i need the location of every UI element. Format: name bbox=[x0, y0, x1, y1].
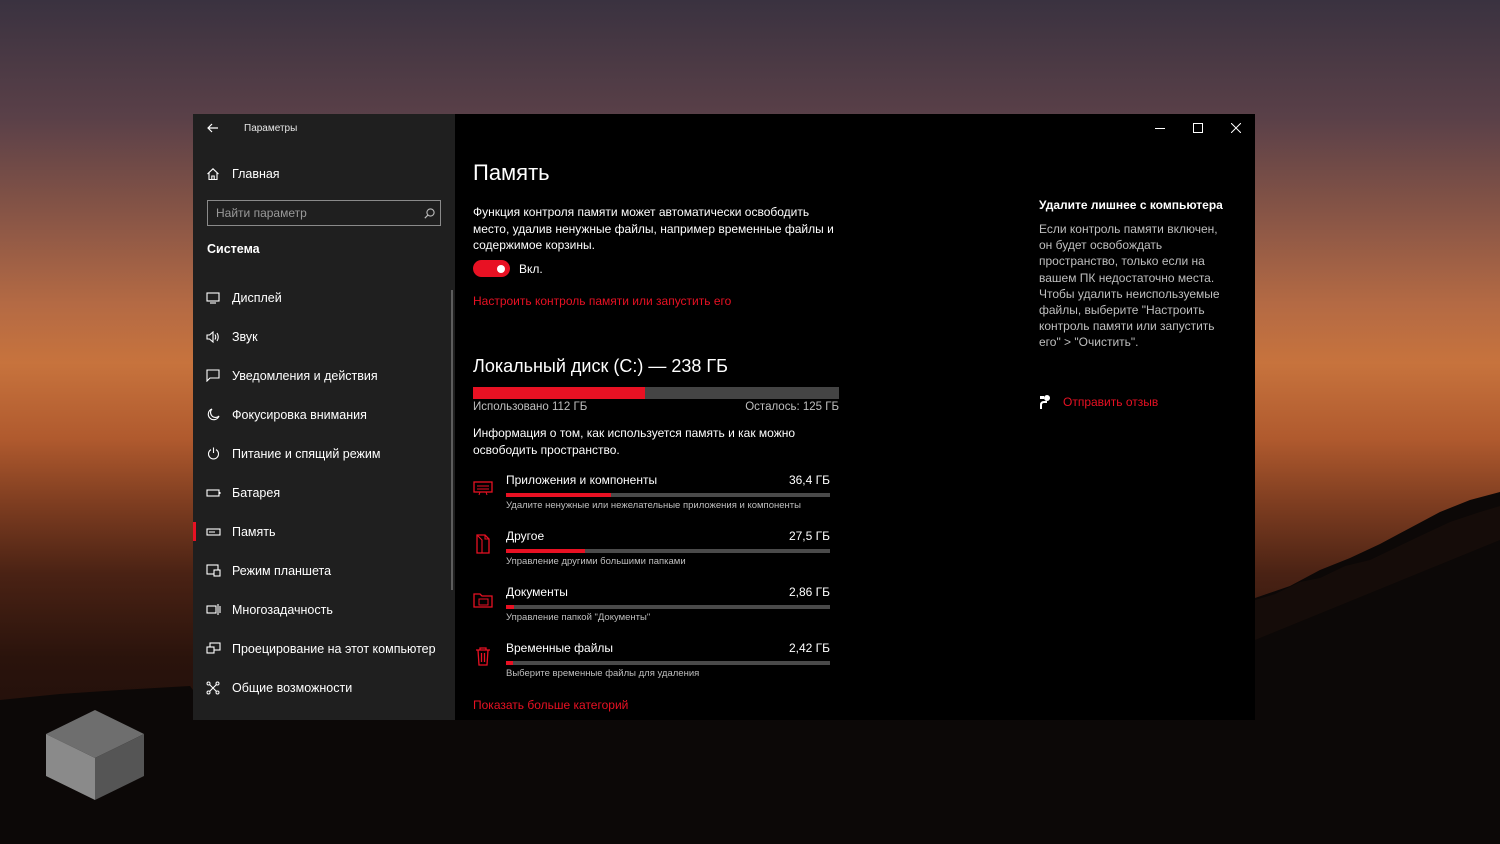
sidebar-item-display[interactable]: Дисплей bbox=[193, 278, 451, 317]
home-icon bbox=[205, 166, 221, 182]
power-icon bbox=[205, 446, 221, 462]
category-bar-fill bbox=[506, 605, 515, 609]
title-bar: Параметры bbox=[193, 114, 455, 142]
sidebar-item-notifications[interactable]: Уведомления и действия bbox=[193, 356, 451, 395]
section-title: Система bbox=[207, 242, 260, 256]
category-temp-files[interactable]: Временные файлы 2,42 ГБ Выберите временн… bbox=[473, 640, 833, 696]
sidebar-item-label: Общие возможности bbox=[232, 680, 353, 695]
storage-categories: Приложения и компоненты 36,4 ГБ Удалите … bbox=[473, 472, 833, 696]
sidebar-item-battery[interactable]: Батарея bbox=[193, 473, 451, 512]
multitasking-icon bbox=[205, 602, 221, 618]
show-more-categories-link[interactable]: Показать больше категорий bbox=[473, 698, 628, 712]
battery-icon bbox=[205, 485, 221, 501]
storage-sense-description: Функция контроля памяти может автоматиче… bbox=[473, 205, 834, 252]
search-icon[interactable] bbox=[418, 202, 440, 224]
trash-icon bbox=[476, 647, 490, 666]
sidebar-item-label: Дисплей bbox=[232, 290, 282, 305]
notification-icon bbox=[205, 368, 221, 384]
main-content: Память Функция контроля памяти может авт… bbox=[473, 114, 1033, 720]
category-bar bbox=[506, 493, 830, 497]
sidebar-item-label: Батарея bbox=[232, 485, 281, 500]
watermark-cube-logo bbox=[46, 710, 144, 800]
feedback-label: Отправить отзыв bbox=[1063, 395, 1159, 409]
aside-title: Удалите лишнее с компьютера bbox=[1039, 198, 1223, 212]
sidebar-item-label: Память bbox=[232, 524, 276, 539]
sidebar-nav: Дисплей Звук Уведомления и действия Фоку… bbox=[193, 278, 451, 707]
category-bar-fill bbox=[506, 549, 586, 553]
sidebar-item-label: Фокусировка внимания bbox=[232, 407, 367, 422]
sidebar-item-label: Режим планшета bbox=[232, 563, 332, 578]
feedback-icon bbox=[1040, 395, 1050, 409]
sidebar-item-shared-experiences[interactable]: Общие возможности bbox=[193, 668, 451, 707]
sidebar-item-multitasking[interactable]: Многозадачность bbox=[193, 590, 451, 629]
storage-sense-toggle[interactable] bbox=[473, 260, 510, 277]
feedback-link[interactable]: Отправить отзыв bbox=[1039, 394, 1158, 410]
category-bar-fill bbox=[506, 661, 514, 665]
sidebar-item-sound[interactable]: Звук bbox=[193, 317, 451, 356]
disk-title: Локальный диск (C:) — 238 ГБ bbox=[473, 356, 728, 376]
storage-icon bbox=[205, 524, 221, 540]
category-subtitle: Выберите временные файлы для удаления bbox=[506, 668, 700, 679]
category-size: 27,5 ГБ bbox=[788, 529, 830, 543]
sidebar-scrollbar[interactable] bbox=[451, 290, 453, 590]
category-subtitle: Управление папкой "Документы" bbox=[506, 612, 651, 623]
toggle-knob bbox=[497, 264, 505, 273]
page-title: Память bbox=[473, 160, 550, 185]
related-panel: Удалите лишнее с компьютера Если контрол… bbox=[1039, 114, 1239, 720]
app-title: Параметры bbox=[244, 122, 298, 134]
storage-sense-toggle-row: Вкл. bbox=[473, 260, 543, 277]
disk-usage-fill bbox=[473, 387, 646, 399]
shared-experiences-icon bbox=[205, 680, 221, 696]
category-subtitle: Удалите ненужные или нежелательные прило… bbox=[506, 500, 801, 511]
projecting-icon bbox=[205, 641, 221, 657]
sidebar-item-label: Питание и спящий режим bbox=[232, 446, 381, 461]
category-bar bbox=[506, 605, 830, 609]
category-other[interactable]: Другое 27,5 ГБ Управление другими больши… bbox=[473, 528, 833, 584]
home-label: Главная bbox=[232, 167, 280, 181]
category-bar-fill bbox=[506, 493, 612, 497]
sidebar-item-tablet-mode[interactable]: Режим планшета bbox=[193, 551, 451, 590]
configure-storage-sense-link[interactable]: Настроить контроль памяти или запустить … bbox=[473, 294, 731, 308]
disk-info-text: Информация о том, как используется памят… bbox=[473, 426, 796, 457]
sidebar-item-label: Уведомления и действия bbox=[232, 368, 378, 383]
sidebar-item-label: Многозадачность bbox=[232, 602, 333, 617]
category-bar bbox=[506, 661, 830, 665]
search-placeholder: Найти параметр bbox=[216, 206, 307, 220]
documents-folder-icon bbox=[473, 593, 493, 608]
speaker-icon bbox=[205, 329, 221, 345]
sidebar-item-label: Проецирование на этот компьютер bbox=[232, 641, 436, 656]
moon-icon bbox=[205, 407, 221, 423]
monitor-icon bbox=[205, 290, 221, 306]
toggle-label: Вкл. bbox=[519, 261, 543, 276]
back-button[interactable] bbox=[193, 114, 233, 142]
sidebar-item-focus-assist[interactable]: Фокусировка внимания bbox=[193, 395, 451, 434]
other-files-icon bbox=[476, 534, 490, 554]
apps-icon bbox=[473, 481, 493, 496]
category-size: 2,86 ГБ bbox=[788, 585, 830, 599]
settings-window: Параметры Главная Найти параметр Система… bbox=[193, 114, 1255, 720]
tablet-icon bbox=[205, 563, 221, 579]
category-documents[interactable]: Документы 2,86 ГБ Управление папкой "Док… bbox=[473, 584, 833, 640]
category-subtitle: Управление другими большими папками bbox=[506, 556, 686, 567]
sidebar-item-power-sleep[interactable]: Питание и спящий режим bbox=[193, 434, 451, 473]
category-size: 2,42 ГБ bbox=[788, 641, 830, 655]
sidebar-item-label: Звук bbox=[232, 329, 258, 344]
search-input[interactable]: Найти параметр bbox=[207, 200, 441, 226]
back-arrow-icon bbox=[207, 123, 218, 133]
disk-free-label: Осталось: 125 ГБ bbox=[745, 401, 839, 413]
sidebar: Параметры Главная Найти параметр Система… bbox=[193, 114, 455, 720]
category-apps[interactable]: Приложения и компоненты 36,4 ГБ Удалите … bbox=[473, 472, 833, 528]
aside-text: Если контроль памяти включен, он будет о… bbox=[1039, 222, 1220, 350]
sidebar-item-projecting[interactable]: Проецирование на этот компьютер bbox=[193, 629, 451, 668]
home-link[interactable]: Главная bbox=[205, 164, 280, 184]
category-bar bbox=[506, 549, 830, 553]
category-size: 36,4 ГБ bbox=[788, 473, 830, 487]
sidebar-item-storage[interactable]: Память bbox=[193, 512, 451, 551]
disk-usage-bar bbox=[473, 387, 839, 399]
